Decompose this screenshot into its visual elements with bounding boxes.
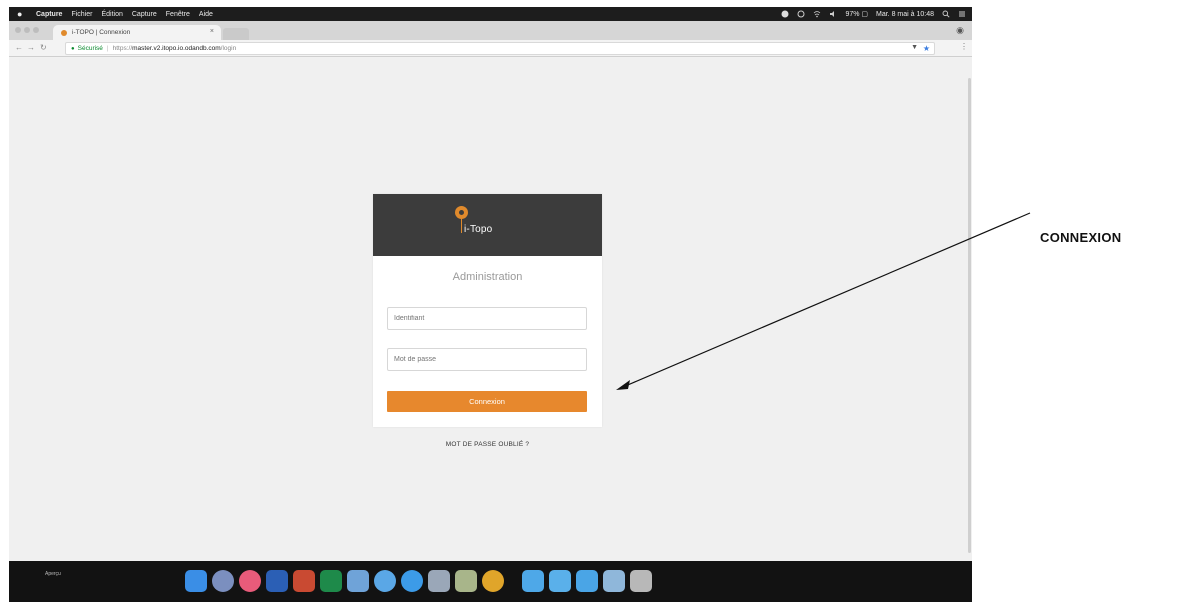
url-path: /login	[220, 45, 237, 52]
forward-arrow-icon[interactable]: →	[27, 43, 35, 52]
login-page: i-Topo Administration Connexion MOT DE P…	[9, 58, 972, 561]
macos-menu-bar: ● Capture Fichier Édition Capture Fenêtr…	[9, 7, 972, 21]
profile-icon[interactable]: ◉	[956, 25, 964, 36]
photo-booth-icon[interactable]	[428, 570, 450, 592]
itopo-favicon-icon	[61, 29, 67, 36]
new-tab-button[interactable]	[223, 28, 249, 40]
powerpoint-icon[interactable]	[293, 570, 315, 592]
login-title: Administration	[452, 271, 523, 283]
creative-cloud-icon[interactable]	[781, 10, 789, 18]
address-separator: |	[106, 45, 109, 52]
root: ● Capture Fichier Édition Capture Fenêtr…	[0, 0, 1204, 608]
login-card-header: i-Topo	[373, 194, 602, 256]
map-pin-logo-icon	[455, 206, 468, 219]
documents-folder-icon[interactable]	[549, 570, 571, 592]
screenshot-frame: ● Capture Fichier Édition Capture Fenêtr…	[9, 7, 972, 602]
menu-item-aide[interactable]: Aide	[199, 11, 213, 18]
menu-item-fenetre[interactable]: Fenêtre	[166, 11, 190, 18]
close-tab-icon[interactable]: ×	[210, 28, 214, 35]
menu-status-area: 97% ▢ Mar. 8 mai à 10:48	[781, 7, 966, 21]
login-submit-button[interactable]: Connexion	[387, 391, 587, 412]
menu-item-edition[interactable]: Édition	[101, 11, 122, 18]
preview-icon[interactable]	[347, 570, 369, 592]
siri-icon[interactable]	[212, 570, 234, 592]
bookmark-star-icon[interactable]: ★	[923, 44, 930, 53]
lock-icon: ●	[71, 45, 75, 52]
itunes-icon[interactable]	[239, 570, 261, 592]
browser-toolbar: ← → ↻ ● Sécurisé | https:// master.v2.it…	[9, 40, 972, 57]
apple-menu-icon[interactable]: ●	[17, 9, 27, 19]
notification-center-icon[interactable]	[958, 10, 966, 18]
login-card: i-Topo Administration Connexion	[373, 194, 602, 427]
url-scheme: https://	[112, 45, 133, 52]
dock-separator	[509, 570, 517, 592]
safari-icon[interactable]	[401, 570, 423, 592]
screenshot-stack-icon[interactable]	[603, 570, 625, 592]
menu-item-capture[interactable]: Capture	[132, 11, 157, 18]
downloads-folder-icon[interactable]	[576, 570, 598, 592]
username-input[interactable]	[387, 307, 587, 330]
brand-name: i-Topo	[464, 224, 493, 235]
spotlight-search-icon[interactable]	[942, 10, 950, 18]
applications-folder-icon[interactable]	[522, 570, 544, 592]
url-host: master.v2.itopo.io.odandb.com	[132, 45, 221, 52]
window-controls	[15, 27, 39, 33]
menu-item-fichier[interactable]: Fichier	[71, 11, 92, 18]
close-window-button[interactable]	[15, 27, 21, 33]
browser-tab-active[interactable]: i-TOPO | Connexion ×	[53, 25, 221, 40]
filter-extension-icon[interactable]: ▼	[911, 44, 918, 51]
maps-icon[interactable]	[455, 570, 477, 592]
reload-icon[interactable]: ↻	[40, 43, 47, 52]
back-arrow-icon[interactable]: ←	[15, 43, 23, 52]
secure-label: Sécurisé	[77, 45, 103, 52]
finder-icon[interactable]	[185, 570, 207, 592]
excel-icon[interactable]	[320, 570, 342, 592]
minimize-window-button[interactable]	[24, 27, 30, 33]
browser-tab-strip: i-TOPO | Connexion × ◉	[9, 21, 972, 40]
wifi-icon[interactable]	[813, 10, 821, 18]
time-machine-icon[interactable]	[797, 10, 805, 18]
dock-app-label: Aperçu	[45, 571, 61, 577]
chrome-icon[interactable]	[482, 570, 504, 592]
browser-menu-icon[interactable]: ⋮	[960, 42, 968, 51]
dock-icons	[185, 566, 652, 596]
address-bar[interactable]: ● Sécurisé | https:// master.v2.itopo.io…	[65, 42, 935, 55]
menu-clock[interactable]: Mar. 8 mai à 10:48	[876, 11, 934, 18]
password-input[interactable]	[387, 348, 587, 371]
annotation-label: CONNEXION	[1040, 230, 1122, 245]
forgot-password-link[interactable]: MOT DE PASSE OUBLIÉ ?	[373, 441, 602, 448]
macos-dock: Aperçu	[9, 561, 972, 602]
logo-stem	[461, 219, 462, 233]
page-scrollbar[interactable]	[968, 78, 971, 553]
zoom-window-button[interactable]	[33, 27, 39, 33]
menu-app-name[interactable]: Capture	[36, 11, 62, 18]
trash-icon[interactable]	[630, 570, 652, 592]
battery-status[interactable]: 97% ▢	[845, 10, 868, 18]
messages-icon[interactable]	[374, 570, 396, 592]
word-icon[interactable]	[266, 570, 288, 592]
tab-title: i-TOPO | Connexion	[72, 29, 131, 36]
volume-icon[interactable]	[829, 10, 837, 18]
